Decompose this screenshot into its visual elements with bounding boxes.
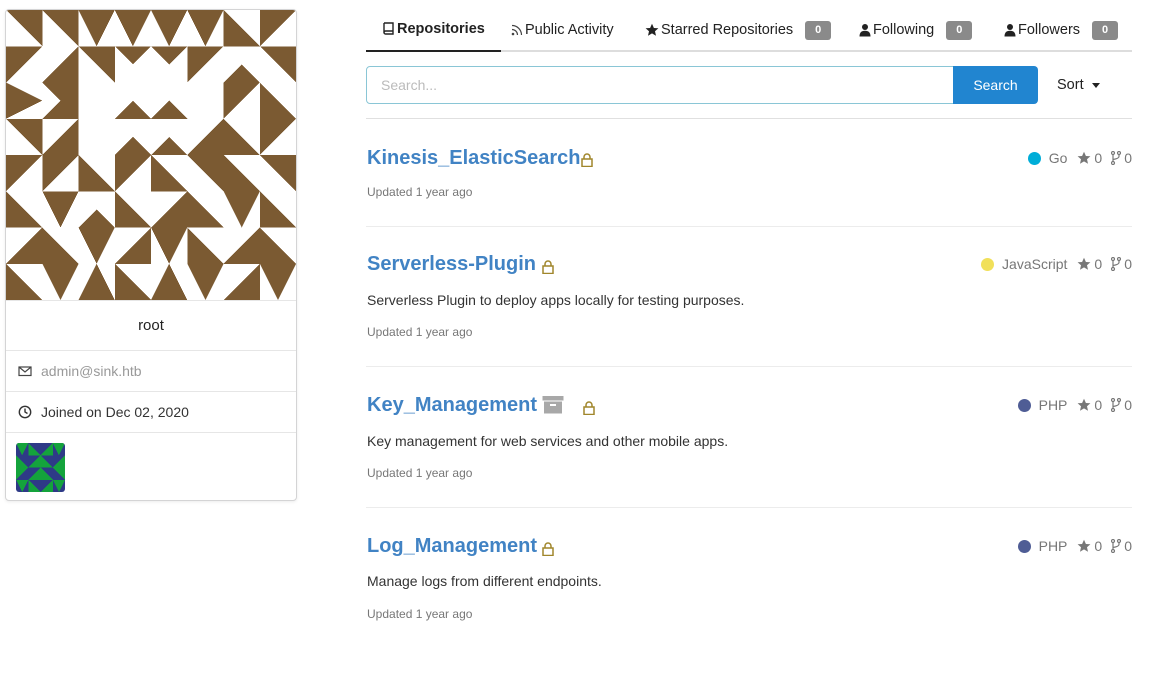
profile-email-row: admin@sink.htb bbox=[6, 350, 296, 391]
user-avatar bbox=[6, 10, 296, 300]
lock-icon bbox=[542, 260, 554, 275]
sort-dropdown[interactable]: Sort bbox=[1057, 66, 1100, 104]
star-icon bbox=[1077, 539, 1091, 553]
repo-description: Manage logs from different endpoints. bbox=[367, 573, 602, 589]
lock-icon bbox=[583, 401, 595, 416]
repo-language: PHP bbox=[1038, 538, 1068, 554]
repo-description: Serverless Plugin to deploy apps locally… bbox=[367, 292, 745, 308]
fork-icon bbox=[1111, 257, 1122, 271]
language-color-dot bbox=[981, 257, 995, 271]
repo-stars-count: 0 bbox=[1094, 150, 1103, 166]
starred-count-badge: 0 bbox=[805, 20, 832, 40]
person-icon bbox=[859, 23, 873, 37]
repo-updated-time: Updated 1 year ago bbox=[367, 466, 473, 480]
book-icon bbox=[382, 22, 397, 36]
tab-starred-repositories[interactable]: Starred Repositories 0 bbox=[645, 8, 832, 52]
repo-forks-count: 0 bbox=[1124, 256, 1132, 272]
repo-stars-count: 0 bbox=[1094, 397, 1103, 413]
profile-email-link[interactable]: admin@sink.htb bbox=[41, 363, 142, 379]
lock-icon bbox=[581, 153, 593, 168]
repo-description: Key management for web services and othe… bbox=[367, 433, 729, 449]
fork-icon bbox=[1111, 398, 1122, 412]
tab-label: Repositories bbox=[397, 21, 485, 37]
repo-updated-time: Updated 1 year ago bbox=[367, 607, 473, 621]
star-icon bbox=[1077, 398, 1091, 412]
profile-joined-text: Joined on Dec 02, 2020 bbox=[41, 404, 189, 420]
person-icon bbox=[1004, 23, 1018, 37]
profile-username: root bbox=[6, 300, 296, 350]
repo-meta: PHP 0 0 bbox=[1017, 538, 1132, 554]
tab-label: Followers bbox=[1018, 22, 1081, 38]
tab-label: Public Activity bbox=[525, 22, 614, 38]
organizations-list bbox=[6, 432, 296, 500]
fork-icon bbox=[1111, 539, 1122, 553]
repo-meta: Go 0 0 bbox=[1027, 150, 1132, 166]
repo-name-link[interactable]: Serverless-Plugin bbox=[367, 253, 536, 276]
following-count-badge: 0 bbox=[946, 20, 973, 40]
language-color-dot bbox=[1027, 151, 1041, 165]
repo-meta: PHP 0 0 bbox=[1017, 397, 1132, 413]
tab-label: Starred Repositories bbox=[661, 22, 794, 38]
star-icon bbox=[1077, 151, 1091, 165]
repo-forks-count: 0 bbox=[1124, 538, 1132, 554]
clock-icon bbox=[18, 405, 32, 419]
profile-joined-row: Joined on Dec 02, 2020 bbox=[6, 391, 296, 432]
repo-meta: JavaScript 0 0 bbox=[981, 256, 1132, 272]
repo-forks-count: 0 bbox=[1124, 150, 1132, 166]
lock-icon bbox=[542, 542, 554, 557]
org-avatar[interactable] bbox=[16, 443, 65, 492]
profile-tabs: Repositories Public Activity Starred Rep… bbox=[366, 8, 1132, 52]
repo-stars-count: 0 bbox=[1094, 256, 1103, 272]
repo-name-link[interactable]: Kinesis_ElasticSearch bbox=[367, 147, 580, 170]
tab-following[interactable]: Following 0 bbox=[859, 8, 973, 52]
search-input[interactable] bbox=[366, 66, 954, 104]
search-button[interactable]: Search bbox=[953, 66, 1038, 104]
profile-card: root admin@sink.htb Joined on Dec 02, 20… bbox=[5, 9, 297, 501]
fork-icon bbox=[1111, 151, 1122, 165]
repo-updated-time: Updated 1 year ago bbox=[367, 325, 473, 339]
language-color-dot bbox=[1017, 539, 1031, 553]
repo-language: PHP bbox=[1038, 397, 1068, 413]
divider bbox=[366, 226, 1132, 227]
repo-language: Go bbox=[1048, 150, 1068, 166]
tab-followers[interactable]: Followers 0 bbox=[1004, 8, 1119, 52]
rss-icon bbox=[511, 24, 525, 36]
divider bbox=[366, 118, 1132, 119]
tab-public-activity[interactable]: Public Activity bbox=[511, 8, 614, 52]
divider bbox=[366, 366, 1132, 367]
divider bbox=[366, 507, 1132, 508]
language-color-dot bbox=[1017, 398, 1031, 412]
sort-label: Sort bbox=[1057, 77, 1084, 93]
tab-label: Following bbox=[873, 22, 935, 38]
mail-icon bbox=[18, 364, 32, 378]
followers-count-badge: 0 bbox=[1092, 20, 1119, 40]
repo-name-link[interactable]: Key_Management bbox=[367, 394, 537, 417]
repo-updated-time: Updated 1 year ago bbox=[367, 185, 473, 199]
caret-down-icon bbox=[1091, 82, 1100, 88]
star-icon bbox=[645, 23, 661, 37]
tab-repositories[interactable]: Repositories bbox=[366, 8, 501, 52]
repo-language: JavaScript bbox=[1002, 256, 1068, 272]
star-icon bbox=[1077, 257, 1091, 271]
repo-name-link[interactable]: Log_Management bbox=[367, 535, 537, 558]
repo-stars-count: 0 bbox=[1094, 538, 1103, 554]
repo-forks-count: 0 bbox=[1124, 397, 1132, 413]
archive-icon bbox=[542, 395, 564, 414]
